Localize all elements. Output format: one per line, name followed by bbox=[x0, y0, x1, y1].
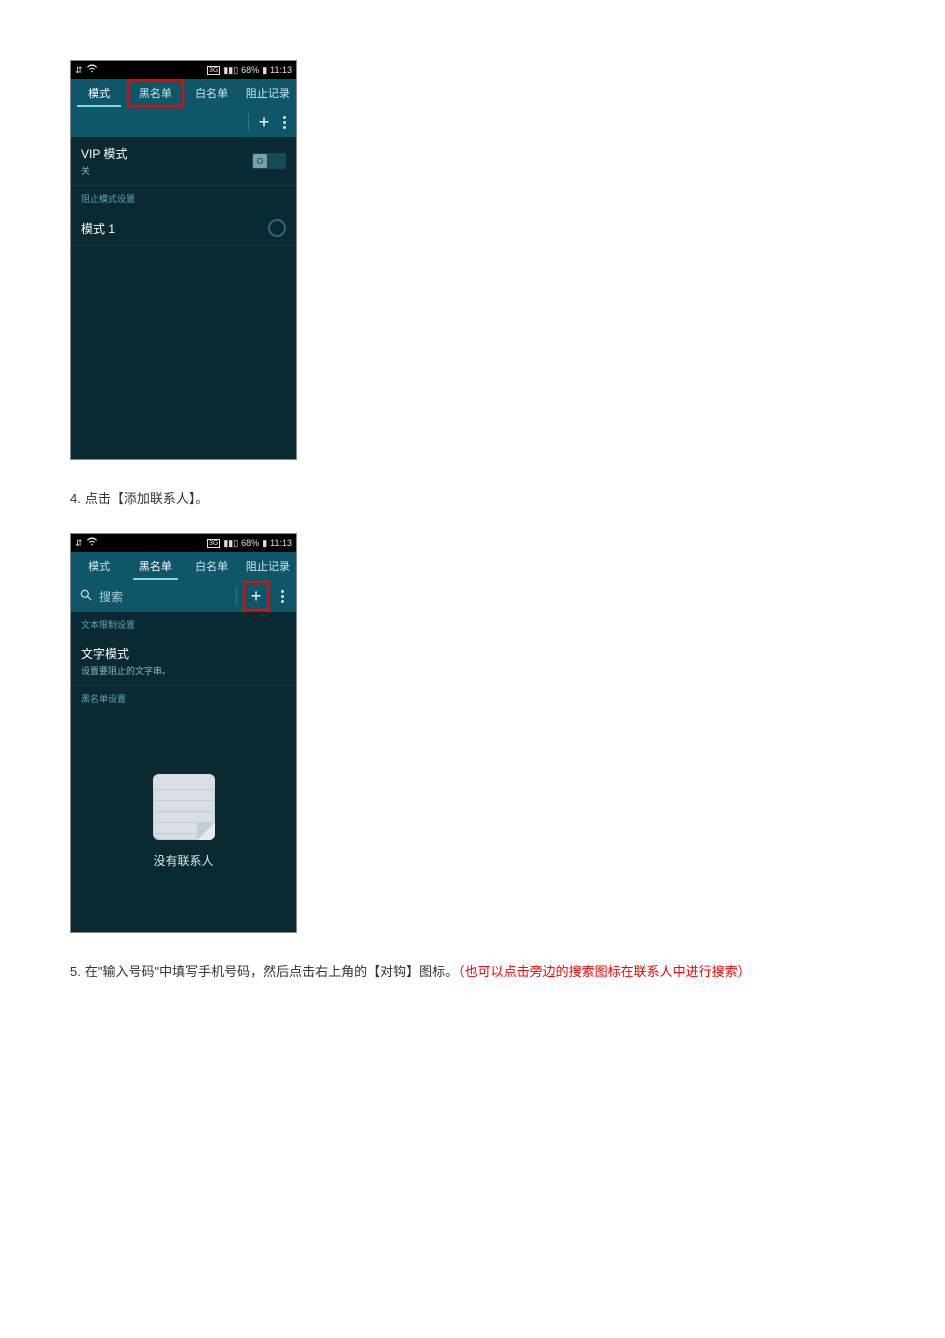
empty-text: 没有联系人 bbox=[153, 852, 213, 869]
phone-screenshot-1: ⇵ 3G ▮▮▯ 68% ▮ 11:13 模式 黑名单 白名单 阻止记录 + bbox=[70, 60, 297, 460]
battery-text: 68% bbox=[241, 65, 259, 75]
battery-icon: ▮ bbox=[262, 538, 267, 549]
tab-whitelist[interactable]: 白名单 bbox=[184, 79, 240, 107]
empty-body bbox=[71, 246, 296, 459]
blacklist-section-header: 黑名单设置 bbox=[71, 686, 296, 711]
vip-mode-label: VIP 模式 bbox=[81, 145, 127, 162]
phone-screenshot-2: ⇵ 3G ▮▮▯ 68% ▮ 11:13 模式 黑名单 白名单 阻止记录 bbox=[70, 533, 297, 933]
network-indicator: 3G bbox=[207, 66, 220, 75]
vip-mode-state: 关 bbox=[81, 164, 127, 177]
text-limit-section-header: 文本限制设置 bbox=[71, 612, 296, 637]
usb-icon: ⇵ bbox=[75, 538, 83, 549]
mode1-radio[interactable] bbox=[268, 219, 286, 237]
divider bbox=[236, 587, 237, 605]
search-input[interactable]: 搜索 bbox=[99, 588, 230, 605]
tab-mode[interactable]: 模式 bbox=[71, 552, 127, 580]
usb-icon: ⇵ bbox=[75, 65, 83, 76]
mode1-label: 模式 1 bbox=[81, 220, 115, 237]
search-bar: 搜索 + bbox=[71, 580, 296, 612]
vip-mode-row[interactable]: VIP 模式 关 O bbox=[71, 137, 296, 186]
wifi-icon bbox=[87, 537, 97, 549]
instruction-step-5: 5.在"输入号码"中填写手机号码，然后点击右上角的【对钩】图标。（也可以点击旁边… bbox=[70, 961, 875, 980]
tab-bar: 模式 黑名单 白名单 阻止记录 bbox=[71, 552, 296, 580]
tab-blocklog[interactable]: 阻止记录 bbox=[240, 552, 296, 580]
step5-pre: 在 bbox=[85, 964, 98, 979]
empty-note-icon bbox=[153, 774, 215, 840]
overflow-menu-button[interactable] bbox=[277, 116, 292, 129]
text-mode-row[interactable]: 文字模式 设置要阻止的文字串。 bbox=[71, 637, 296, 686]
tab-blacklist[interactable]: 黑名单 bbox=[127, 552, 183, 580]
network-indicator: 3G bbox=[207, 539, 220, 548]
tab-blacklist[interactable]: 黑名单 bbox=[127, 79, 183, 107]
step5-field: 输入号码 bbox=[102, 964, 154, 979]
search-icon bbox=[79, 588, 93, 605]
empty-state: 没有联系人 bbox=[71, 711, 296, 932]
wifi-icon bbox=[87, 64, 97, 76]
status-bar: ⇵ 3G ▮▮▯ 68% ▮ 11:13 bbox=[71, 61, 296, 79]
clock: 11:13 bbox=[270, 65, 292, 75]
vip-mode-toggle[interactable]: O bbox=[252, 153, 286, 169]
signal-icon: ▮▮▯ bbox=[223, 65, 238, 76]
overflow-menu-button[interactable] bbox=[275, 590, 290, 603]
step-text: 点击【添加联系人】。 bbox=[85, 491, 209, 506]
divider bbox=[248, 113, 249, 131]
tab-bar: 模式 黑名单 白名单 阻止记录 bbox=[71, 79, 296, 107]
tab-blocklog[interactable]: 阻止记录 bbox=[240, 79, 296, 107]
step-number: 5. bbox=[70, 964, 81, 979]
add-button[interactable]: + bbox=[251, 107, 277, 137]
add-button[interactable]: + bbox=[243, 581, 269, 611]
battery-text: 68% bbox=[241, 538, 259, 548]
step5-note: （也可以点击旁边的搜索图标在联系人中进行搜索） bbox=[458, 964, 751, 979]
text-mode-sub: 设置要阻止的文字串。 bbox=[81, 664, 171, 677]
battery-icon: ▮ bbox=[262, 65, 267, 76]
text-mode-label: 文字模式 bbox=[81, 645, 171, 662]
tab-mode[interactable]: 模式 bbox=[71, 79, 127, 107]
step5-mid: 中填写手机号码，然后点击右上角的【对钩】图标。 bbox=[159, 964, 458, 979]
step-number: 4. bbox=[70, 491, 81, 506]
toggle-knob: O bbox=[253, 154, 267, 168]
toolbar: + bbox=[71, 107, 296, 137]
signal-icon: ▮▮▯ bbox=[223, 538, 238, 549]
block-mode-section-header: 阻止模式设置 bbox=[71, 186, 296, 211]
mode1-row[interactable]: 模式 1 bbox=[71, 211, 296, 246]
status-bar: ⇵ 3G ▮▮▯ 68% ▮ 11:13 bbox=[71, 534, 296, 552]
tab-whitelist[interactable]: 白名单 bbox=[184, 552, 240, 580]
instruction-step-4: 4. 点击【添加联系人】。 bbox=[70, 488, 875, 507]
clock: 11:13 bbox=[270, 538, 292, 548]
